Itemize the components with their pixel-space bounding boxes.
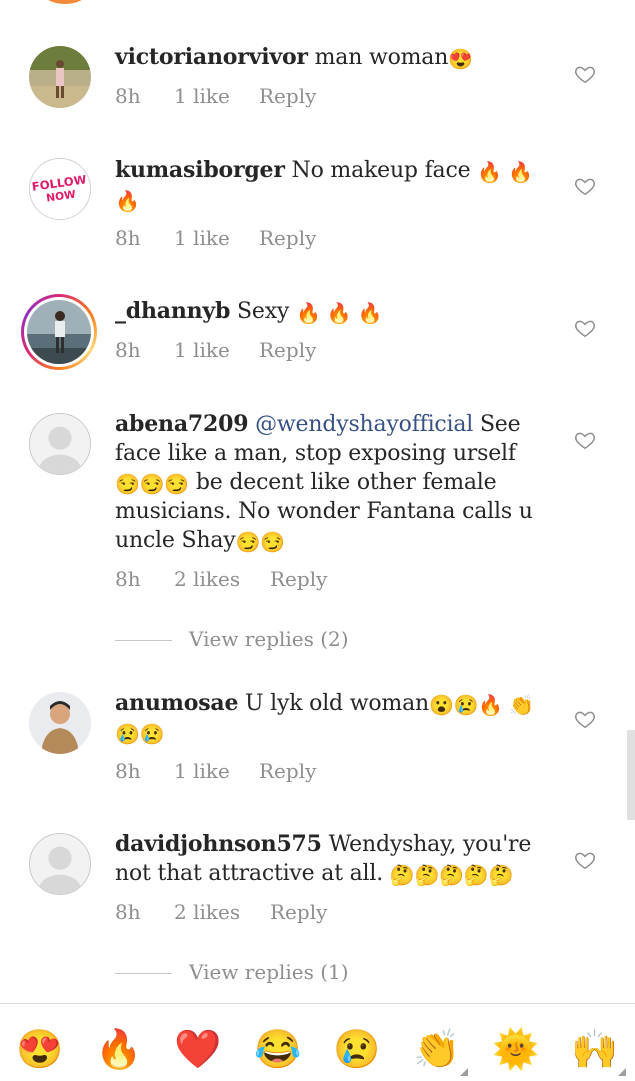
view-replies-label: View replies (1) — [189, 960, 349, 984]
comment-emoji-line-2: 🔥 — [115, 189, 140, 213]
comment-emoji-end: 😏😏 — [235, 530, 286, 554]
comment-username[interactable]: kumasiborger — [115, 157, 285, 183]
comment-meta: 8h 1 like Reply — [115, 226, 316, 250]
comment-username[interactable]: abena7209 — [115, 411, 249, 437]
comment-username[interactable]: anumosae — [115, 690, 238, 716]
like-heart-icon[interactable] — [574, 708, 596, 730]
comment-body: kumasiborger No makeup face 🔥 🔥 🔥 — [115, 156, 545, 214]
avatar-photo-icon — [27, 300, 91, 364]
comment-emoji: 🔥 🔥 — [477, 160, 533, 184]
comment-emoji: 😏😏😏 — [115, 472, 190, 496]
comment-text: U lyk old woman — [245, 691, 429, 716]
comment-body: abena7209 @wendyshayofficial See face li… — [115, 410, 545, 555]
view-replies-label: View replies (2) — [189, 627, 349, 651]
story-ring[interactable] — [21, 294, 97, 370]
follow-now-logo: FOLLOW NOW — [30, 159, 90, 219]
comment-likes[interactable]: 1 like — [174, 226, 259, 250]
comment-emoji: 🤔🤔🤔🤔🤔 — [389, 863, 514, 887]
comment-body: davidjohnson575 Wendyshay, you're not th… — [115, 830, 545, 888]
comment-time: 8h — [115, 567, 141, 591]
comment-meta: 8h 1 like Reply — [115, 759, 316, 783]
avatar — [27, 300, 91, 364]
reply-button[interactable]: Reply — [270, 900, 327, 924]
comment-meta: 8h 2 likes Reply — [115, 900, 327, 924]
like-heart-icon[interactable] — [574, 429, 596, 451]
emoji-raising-hands-button[interactable]: 🙌 — [570, 1026, 620, 1072]
previous-avatar-fragment — [42, 0, 88, 4]
comment-username[interactable]: victorianorvivor — [115, 44, 308, 70]
default-avatar-icon — [30, 414, 90, 474]
avatar[interactable] — [29, 833, 91, 895]
emoji-fire-button[interactable]: 🔥 — [94, 1026, 144, 1072]
avatar-photo-icon — [29, 46, 91, 108]
like-heart-icon[interactable] — [574, 63, 596, 85]
like-heart-icon[interactable] — [574, 175, 596, 197]
comment-body: _dhannyb Sexy 🔥 🔥 🔥 — [115, 297, 545, 326]
comment-meta: 8h 1 like Reply — [115, 338, 316, 362]
emoji-red-heart-button[interactable]: ❤️ — [173, 1026, 223, 1072]
emoji-crying-face-button[interactable]: 😢 — [332, 1026, 382, 1072]
skin-tone-indicator-icon — [460, 1068, 468, 1076]
comment-likes[interactable]: 2 likes — [174, 567, 270, 591]
reply-button[interactable]: Reply — [259, 84, 316, 108]
comment-time: 8h — [115, 226, 141, 250]
comment-username[interactable]: _dhannyb — [115, 298, 230, 324]
avatar[interactable]: FOLLOW NOW — [29, 158, 91, 220]
like-heart-icon[interactable] — [574, 317, 596, 339]
view-replies-button[interactable]: View replies (2) — [115, 627, 349, 651]
comment-likes[interactable]: 2 likes — [174, 900, 270, 924]
avatar[interactable] — [29, 46, 91, 108]
like-heart-icon[interactable] — [574, 849, 596, 871]
skin-tone-indicator-icon — [618, 1068, 626, 1076]
reply-button[interactable]: Reply — [259, 226, 316, 250]
avatar[interactable] — [29, 692, 91, 754]
comment-meta: 8h 2 likes Reply — [115, 567, 327, 591]
comment-text: man woman — [314, 45, 449, 70]
emoji-tears-of-joy-button[interactable]: 😂 — [253, 1026, 303, 1072]
emoji-clapping-hands-button[interactable]: 👏 — [412, 1026, 462, 1072]
default-avatar-icon — [30, 834, 90, 894]
comment-text: Sexy — [237, 299, 290, 324]
comment-mention-link[interactable]: @wendyshayofficial — [255, 412, 473, 437]
comment-time: 8h — [115, 759, 141, 783]
comment-emoji: 🔥 🔥 🔥 — [295, 301, 383, 325]
emoji-sun-face-button[interactable]: 🌞 — [491, 1026, 541, 1072]
scrollbar[interactable] — [627, 730, 635, 820]
comment-emoji: 😍 — [448, 47, 473, 71]
avatar-photo-icon — [29, 692, 91, 754]
comment-time: 8h — [115, 84, 141, 108]
comment-body: anumosae U lyk old woman😮😢🔥 👏 😢😢 — [115, 689, 545, 747]
avatar[interactable] — [29, 413, 91, 475]
emoji-reaction-bar: 😍 🔥 ❤️ 😂 😢 👏 🌞 🙌 — [0, 1003, 635, 1081]
comment-emoji-line-2: 😢😢 — [115, 722, 165, 746]
comment-username[interactable]: davidjohnson575 — [115, 831, 322, 857]
comment-emoji: 😮😢🔥 👏 — [428, 693, 534, 717]
reply-button[interactable]: Reply — [259, 759, 316, 783]
reply-button[interactable]: Reply — [259, 338, 316, 362]
view-replies-button[interactable]: View replies (1) — [115, 960, 349, 984]
reply-button[interactable]: Reply — [270, 567, 327, 591]
divider-line — [115, 640, 172, 641]
comment-likes[interactable]: 1 like — [174, 338, 259, 362]
divider-line — [115, 973, 172, 974]
comment-likes[interactable]: 1 like — [174, 84, 259, 108]
comment-time: 8h — [115, 900, 141, 924]
comment-text: No makeup face — [291, 158, 471, 183]
emoji-heart-eyes-button[interactable]: 😍 — [15, 1026, 65, 1072]
comment-body: victorianorvivor man woman😍 — [115, 43, 545, 72]
comment-likes[interactable]: 1 like — [174, 759, 259, 783]
comment-time: 8h — [115, 338, 141, 362]
comment-meta: 8h 1 like Reply — [115, 84, 316, 108]
